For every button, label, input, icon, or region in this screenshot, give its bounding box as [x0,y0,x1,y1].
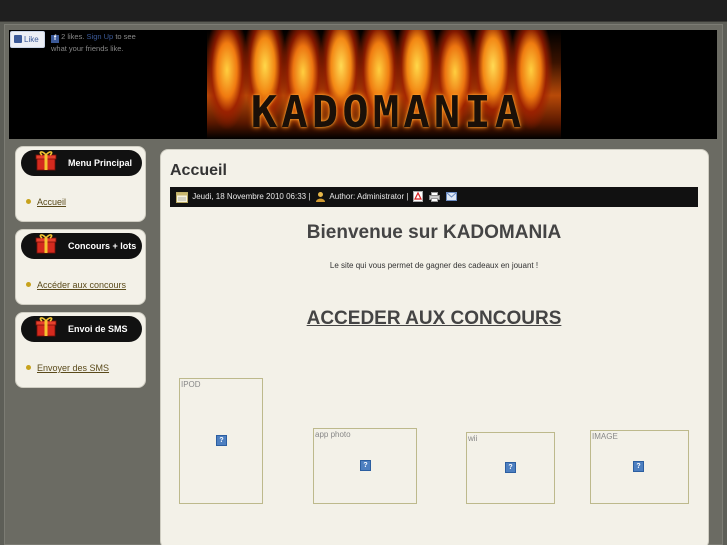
pdf-icon[interactable] [412,191,423,203]
facebook-like-text: f 2 likes. Sign Up to see what your frie… [51,31,151,54]
sms-box: Envoi de SMS Envoyer des SMS [15,312,146,388]
concours-box: Concours + lots Accéder aux concours [15,229,146,305]
site-logo[interactable]: KADOMANIA [223,88,553,138]
image-alt-text: IMAGE [592,432,618,441]
image-alt-text: wii [468,434,478,443]
gift-icon [35,234,57,254]
acceder-concours-link[interactable]: ACCEDER AUX CONCOURS [161,308,707,330]
broken-image-icon: ? [633,461,644,472]
menu-principal-box: Menu Principal Accueil [15,146,146,222]
page-title: Accueil [170,162,227,179]
concours-header: Concours + lots [21,233,142,259]
sidebar-item-concours: Accéder aux concours [26,280,126,290]
facebook-signup-link[interactable]: Sign Up [87,32,114,41]
sidebar-link-accueil[interactable]: Accueil [37,197,66,207]
image-alt-text: app photo [315,430,351,439]
broken-image-icon: ? [216,435,227,446]
facebook-icon: f [51,35,59,43]
user-icon [315,192,325,203]
bullet-icon [26,282,31,287]
broken-image-icon: ? [505,462,516,473]
meta-separator: | [308,192,311,201]
like-label: Like [24,35,39,44]
gift-icon [35,317,57,337]
meta-separator: | [406,192,409,201]
article-meta-bar: Jeudi, 18 Novembre 2010 06:33 | Author: … [170,187,698,207]
prize-image-app-photo[interactable]: app photo ? [313,428,417,504]
sms-header: Envoi de SMS [21,316,142,342]
calendar-icon [176,191,188,203]
article-author: Author: Administrator [329,192,405,201]
sidebar-item-sms: Envoyer des SMS [26,363,109,373]
likes-count: 2 likes. [61,32,85,41]
sidebar-link-concours[interactable]: Accéder aux concours [37,280,126,290]
sidebar-item-accueil: Accueil [26,197,66,207]
article-date: Jeudi, 18 Novembre 2010 06:33 [192,192,307,201]
side-title: Concours + lots [68,241,137,251]
prize-image-wii[interactable]: wii ? [466,432,555,504]
side-title: Envoi de SMS [68,324,128,334]
image-alt-text: IPOD [181,380,201,389]
facebook-like-button[interactable]: Like [10,31,45,48]
welcome-subtitle: Le site qui vous permet de gagner des ca… [329,261,539,270]
broken-image-icon: ? [360,460,371,471]
sidebar-link-sms[interactable]: Envoyer des SMS [37,363,109,373]
email-icon[interactable] [446,192,458,202]
bullet-icon [26,365,31,370]
bullet-icon [26,199,31,204]
main-content: Accueil Jeudi, 18 Novembre 2010 06:33 | … [160,149,709,545]
print-icon[interactable] [428,191,440,202]
prize-image-image[interactable]: IMAGE ? [590,430,689,504]
side-title: Menu Principal [68,158,133,168]
thumbs-up-icon [14,35,22,43]
gift-icon [35,151,57,171]
menu-principal-header: Menu Principal [21,150,142,176]
prize-image-ipod[interactable]: IPOD ? [179,378,263,504]
welcome-heading: Bienvenue sur KADOMANIA [306,222,562,243]
browser-topbar [0,0,727,22]
